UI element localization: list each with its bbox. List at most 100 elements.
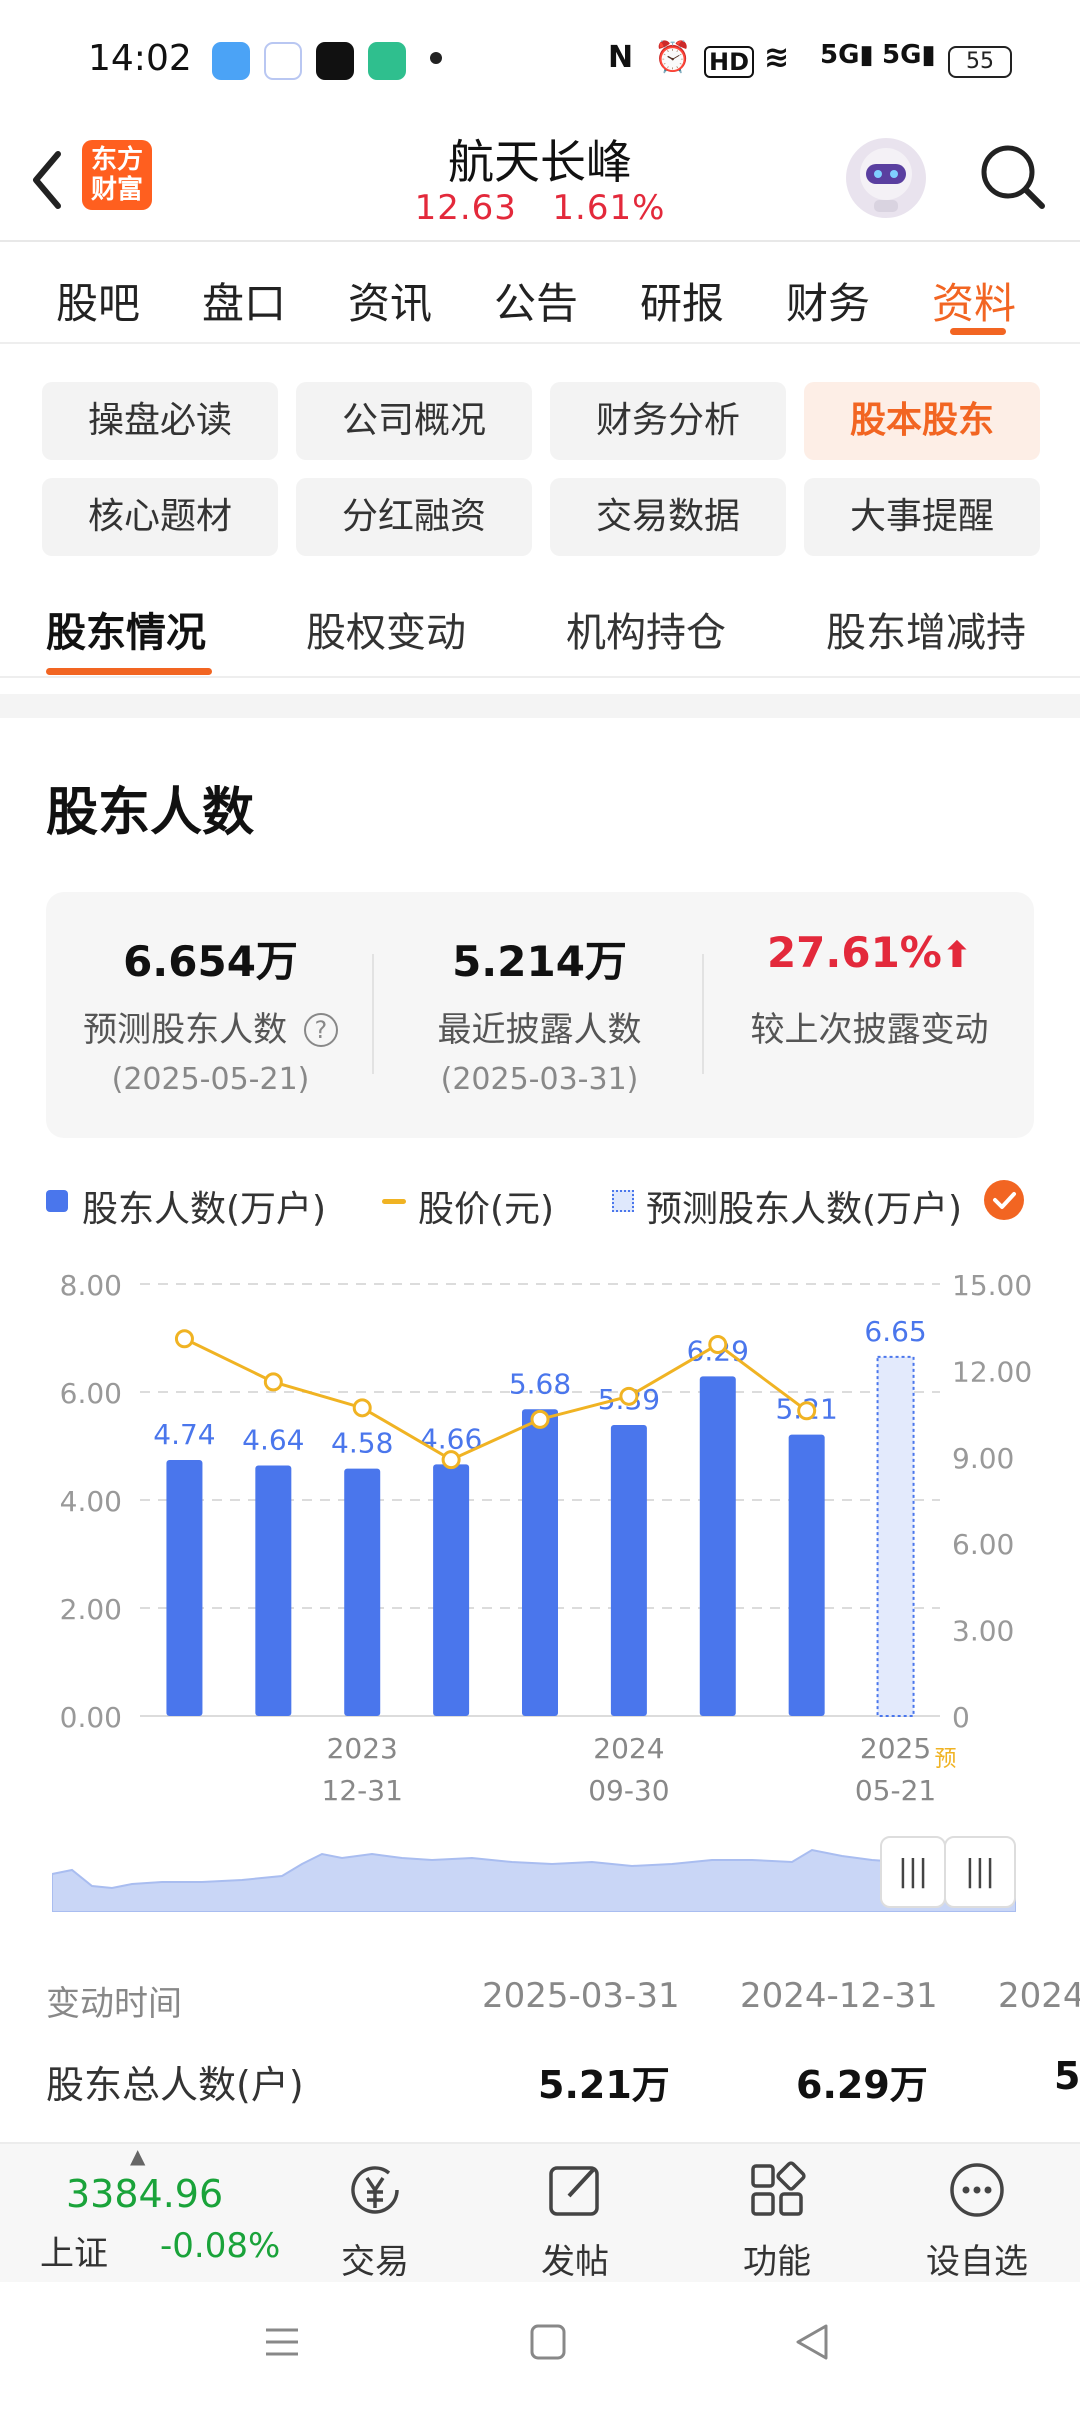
table-cell: 5.: [1054, 2054, 1080, 2098]
stat-change: 27.61%⬆ 较上次披露变动: [705, 892, 1034, 1138]
subtab-core-themes[interactable]: 核心题材: [42, 478, 278, 556]
bar: [699, 1376, 736, 1716]
stock-price: 12.63: [414, 188, 517, 228]
table-cell: 6.29万: [796, 2063, 928, 2107]
y-right-tick-label: 3.00: [952, 1615, 1014, 1648]
price-point: [441, 1450, 461, 1470]
tab-profile[interactable]: 资料: [932, 270, 1016, 331]
signal-5g-icon: 5G▮: [820, 40, 874, 70]
stat-latest-date: (2025-03-31): [440, 1062, 639, 1097]
main-tabs: 股吧 盘口 资讯 公告 研报 财务 资料: [0, 244, 1080, 344]
bar-value-label: 4.58: [331, 1427, 393, 1460]
section-tab-divider: [0, 676, 1080, 678]
table-header-label: 变动时间: [46, 1984, 182, 2024]
range-handle-left-icon[interactable]: |||: [880, 1836, 946, 1908]
subtab-dividends[interactable]: 分红融资: [296, 478, 532, 556]
status-bar: 14:02 N ⏰ HD ≋ 5G▮ 5G▮ 55: [0, 0, 1080, 120]
stat-change-value: 27.61%: [766, 928, 942, 977]
tab-active-underline: [950, 328, 1006, 335]
legend-forecast-swatch: [612, 1190, 634, 1212]
tiktok-app-icon: [316, 42, 354, 80]
bar: [788, 1434, 825, 1716]
forecast-value-label: 6.65: [864, 1315, 926, 1348]
section-title: 股东人数: [46, 783, 255, 843]
add-watchlist-label: 设自选: [926, 2242, 1028, 2282]
section-gap: [0, 694, 1080, 718]
table-cell: 5.21万: [538, 2063, 670, 2107]
stock-change-pct: 1.61%: [552, 188, 666, 228]
holders-chart: 0.00 2.00 4.00 6.00 8.00 0 3.00 6.00 9.00 12.00 15…: [60, 1269, 1033, 1807]
index-name: 上证: [40, 2234, 108, 2274]
notification-dot-icon: [430, 52, 442, 64]
search-icon[interactable]: [978, 142, 1048, 212]
section-tab-equity-change[interactable]: 股权变动: [306, 600, 466, 658]
stat-forecast-value: 6.654万: [123, 937, 298, 986]
tab-finance[interactable]: 财务: [786, 270, 870, 331]
tab-news[interactable]: 资讯: [348, 270, 432, 331]
subtab-financial-analysis[interactable]: 财务分析: [550, 382, 786, 460]
y-left-tick-label: 4.00: [60, 1485, 122, 1518]
section-tab-holders[interactable]: 股东情况: [46, 600, 206, 658]
range-overview-area: [51, 1848, 1017, 1913]
legend-line-swatch: [382, 1199, 406, 1204]
legend-holders-label: 股东人数(万户): [82, 1189, 327, 1230]
tab-announcements[interactable]: 公告: [494, 270, 578, 331]
x-tick-label: 2023: [327, 1732, 398, 1765]
forecast-toggle-check-icon[interactable]: [984, 1180, 1024, 1220]
bottom-toolbar: ▲ 3384.96 上证 -0.08% 交易 发帖 功能 设自选: [0, 2142, 1080, 2282]
y-left-tick-label: 6.00: [60, 1377, 122, 1410]
caret-up-icon: ▲: [130, 2144, 146, 2168]
tab-guba[interactable]: 股吧: [56, 270, 140, 331]
nfc-icon: N: [608, 40, 634, 75]
signal-app-icon: [368, 42, 406, 80]
stat-divider: [372, 954, 374, 1074]
section-tab-holder-changes[interactable]: 股东增减持: [826, 600, 1026, 658]
subtab-company-overview[interactable]: 公司概况: [296, 382, 532, 460]
status-time: 14:02: [88, 38, 192, 79]
table-date: 2025-03-31: [482, 1976, 680, 2016]
home-nav-icon[interactable]: [528, 2322, 568, 2362]
price-point: [619, 1386, 639, 1406]
y-right-tick-label: 6.00: [952, 1528, 1014, 1561]
bar-value-label: 5.68: [509, 1367, 571, 1400]
index-ticker[interactable]: ▲ 3384.96 上证 -0.08%: [0, 2144, 300, 2284]
section-tab-institutions[interactable]: 机构持仓: [566, 600, 726, 658]
bar: [166, 1460, 203, 1716]
stat-latest: 5.214万 最近披露人数 (2025-03-31): [375, 892, 704, 1138]
assistant-robot-icon[interactable]: [846, 138, 926, 218]
up-arrow-icon: ⬆: [941, 935, 973, 976]
bar: [522, 1409, 558, 1716]
tab-pankou[interactable]: 盘口: [202, 270, 286, 331]
index-change: -0.08%: [160, 2226, 281, 2266]
trade-label: 交易: [341, 2242, 409, 2282]
range-handle-right-icon[interactable]: |||: [944, 1836, 1016, 1908]
menu-nav-icon[interactable]: [262, 2322, 302, 2362]
tab-research[interactable]: 研报: [640, 270, 724, 331]
subtab-shareholders[interactable]: 股本股东: [804, 382, 1040, 460]
help-icon[interactable]: ?: [303, 1013, 338, 1047]
y-left-tick-label: 0.00: [60, 1701, 122, 1734]
stat-change-label: 较上次披露变动: [750, 1010, 989, 1050]
forecast-bar: [876, 1355, 915, 1718]
bar-value-label: 4.64: [242, 1423, 304, 1456]
y-right-tick-label: 12.00: [952, 1355, 1032, 1388]
holder-stats-card: 6.654万 预测股东人数 ? (2025-05-21) 5.214万 最近披露…: [46, 892, 1034, 1138]
x-tick-label: 09-30: [588, 1774, 669, 1807]
chart-range-slider[interactable]: ||| |||: [51, 1836, 1017, 1913]
functions-label: 功能: [743, 2242, 811, 2282]
subtab-events[interactable]: 大事提醒: [804, 478, 1040, 556]
stat-forecast-label: 预测股东人数: [83, 1010, 288, 1050]
subtab-trading-data[interactable]: 交易数据: [550, 478, 786, 556]
price-point: [174, 1329, 194, 1349]
forecast-marker-label: 预: [935, 1747, 957, 1772]
more-circle-icon: [950, 2163, 1004, 2217]
stat-forecast-label-row: 预测股东人数 ?: [46, 1002, 375, 1051]
table-date: 2024-: [998, 1976, 1080, 2016]
subtab-trading-guide[interactable]: 操盘必读: [42, 382, 278, 460]
y-right-tick-label: 0: [952, 1701, 970, 1734]
back-nav-icon[interactable]: [792, 2322, 832, 2362]
legend-price-label: 股价(元): [418, 1189, 555, 1230]
weather-app-icon: [212, 42, 250, 80]
table-date: 2024-12-31: [740, 1976, 938, 2016]
yen-circle-icon: [351, 2166, 399, 2214]
